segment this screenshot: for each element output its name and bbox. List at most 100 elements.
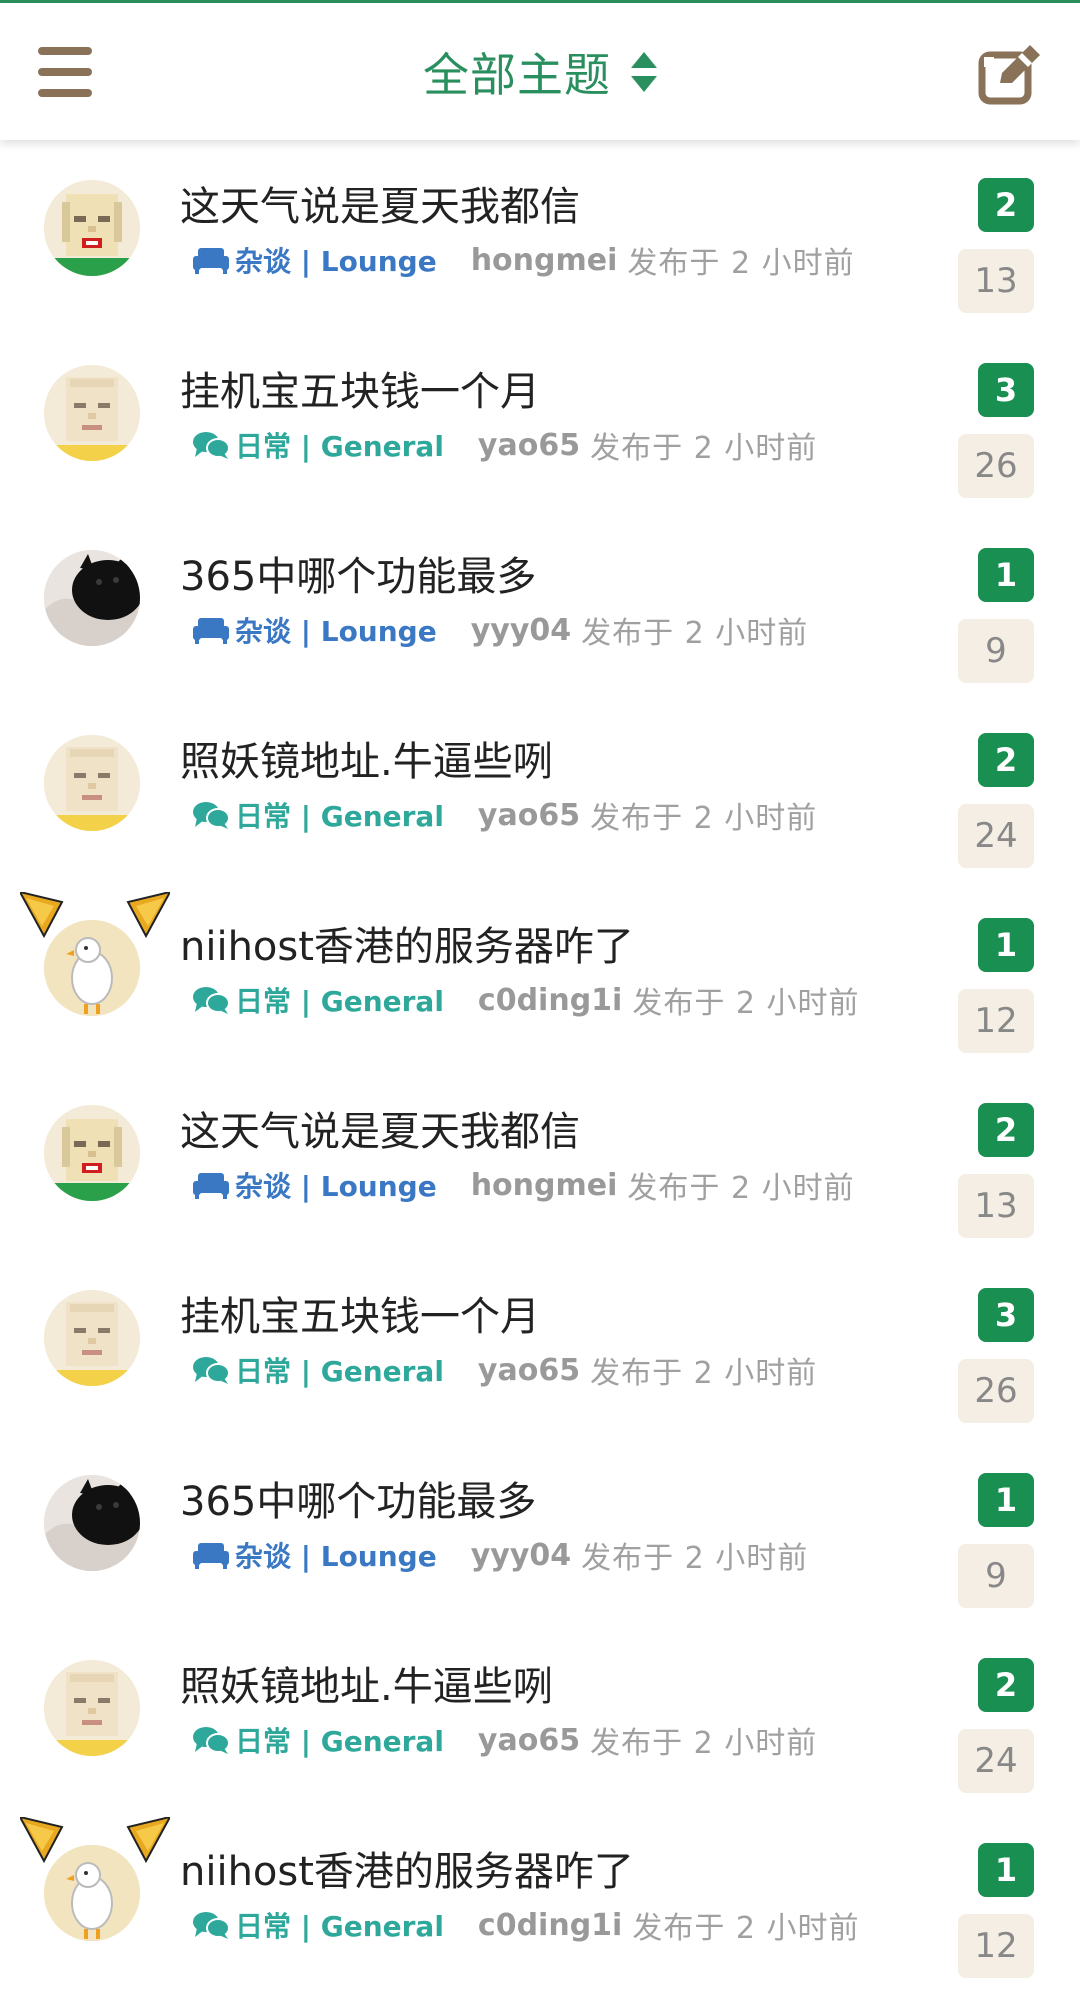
reply-count-badge: 2 [978, 733, 1034, 787]
view-count-badge: 24 [958, 804, 1034, 868]
sort-updown-icon [631, 52, 657, 92]
chat-bubbles-icon [193, 801, 230, 829]
view-count-badge: 26 [958, 434, 1034, 498]
reply-count-badge: 1 [978, 548, 1034, 602]
view-count-badge: 12 [958, 1914, 1034, 1978]
category-label[interactable]: 杂谈 | Lounge [235, 240, 437, 280]
category-label[interactable]: 日常 | General [235, 1720, 444, 1760]
author-name[interactable]: yyy04 [471, 613, 571, 648]
topic-list: 这天气说是夏天我都信 杂谈 | Lounge hongmei 发布于 2 小时前 2 13… [0, 140, 1080, 1990]
user-avatar[interactable] [44, 735, 140, 831]
category-label[interactable]: 日常 | General [235, 795, 444, 835]
chat-bubbles-icon [193, 1356, 230, 1384]
chat-bubbles-icon [193, 1726, 230, 1754]
author-name[interactable]: yao65 [478, 1723, 580, 1758]
category-label[interactable]: 日常 | General [235, 1350, 444, 1390]
topic-row[interactable]: 这天气说是夏天我都信杂谈 | Lounge hongmei 发布于 2 小时前 2 13 [0, 1065, 1080, 1250]
topic-meta: 杂谈 | Lounge hongmei 发布于 2 小时前 [193, 1165, 855, 1206]
topic-meta: 日常 | General yao65 发布于 2 小时前 [193, 795, 818, 836]
sofa-icon [193, 616, 229, 644]
topic-meta: 日常 | General c0ding1i 发布于 2 小时前 [193, 980, 860, 1021]
topic-meta: 杂谈 | Lounge yyy04 发布于 2 小时前 [193, 1535, 809, 1576]
topic-title[interactable]: niihost香港的服务器咋了 [180, 914, 634, 972]
topic-row[interactable]: 这天气说是夏天我都信 杂谈 | Lounge hongmei 发布于 2 小时前 2 13 [0, 140, 1080, 325]
topic-title[interactable]: niihost香港的服务器咋了 [180, 1839, 634, 1897]
author-name[interactable]: yao65 [478, 1353, 580, 1388]
post-time: 发布于 2 小时前 [581, 1541, 809, 1576]
topic-row[interactable]: 照妖镜地址.牛逼些咧日常 | General yao65 发布于 2 小时前 2 24 [0, 1620, 1080, 1805]
view-count-badge: 12 [958, 989, 1034, 1053]
topic-row[interactable]: 挂机宝五块钱一个月日常 | General yao65 发布于 2 小时前 3 26 [0, 325, 1080, 510]
post-time: 发布于 2 小时前 [590, 801, 818, 836]
reply-count-badge: 1 [978, 1473, 1034, 1527]
user-avatar[interactable] [44, 1660, 140, 1756]
topic-row[interactable]: 挂机宝五块钱一个月 日常 | General yao65 发布于 2 小时前 3 26 [0, 1250, 1080, 1435]
user-avatar[interactable] [44, 1105, 140, 1201]
topic-row[interactable]: niihost香港的服务器咋了日常 | General c0ding1i 发布于 2… [0, 1805, 1080, 1990]
author-name[interactable]: c0ding1i [478, 983, 622, 1018]
topic-row[interactable]: 365中哪个功能最多杂谈 | Lounge yyy04 发布于 2 小时前 1 9 [0, 1435, 1080, 1620]
topic-title[interactable]: 挂机宝五块钱一个月 [180, 359, 540, 417]
author-name[interactable]: hongmei [471, 1168, 618, 1203]
compose-edit-icon[interactable] [978, 41, 1044, 107]
category-label[interactable]: 日常 | General [235, 425, 444, 465]
author-name[interactable]: yao65 [478, 428, 580, 463]
view-count-badge: 13 [958, 1174, 1034, 1238]
topic-title[interactable]: 照妖镜地址.牛逼些咧 [180, 729, 553, 787]
chat-bubbles-icon [193, 1911, 230, 1939]
category-label[interactable]: 杂谈 | Lounge [235, 610, 437, 650]
category-label[interactable]: 杂谈 | Lounge [235, 1535, 437, 1575]
avatar-frame-fox-ears [18, 1815, 172, 1877]
topic-meta: 日常 | General yao65 发布于 2 小时前 [193, 425, 818, 466]
topic-title[interactable]: 照妖镜地址.牛逼些咧 [180, 1654, 553, 1712]
chat-bubbles-icon [193, 431, 230, 459]
reply-count-badge: 1 [978, 1843, 1034, 1897]
reply-count-badge: 3 [978, 363, 1034, 417]
post-time: 发布于 2 小时前 [627, 1171, 855, 1206]
reply-count-badge: 2 [978, 1658, 1034, 1712]
topic-title[interactable]: 365中哪个功能最多 [180, 544, 536, 602]
author-name[interactable]: yao65 [478, 798, 580, 833]
user-avatar[interactable] [44, 180, 140, 276]
reply-count-badge: 2 [978, 178, 1034, 232]
chat-bubbles-icon [193, 986, 230, 1014]
topic-filter-dropdown[interactable]: 全部主题 [0, 39, 1080, 105]
post-time: 发布于 2 小时前 [590, 431, 818, 466]
topic-title[interactable]: 这天气说是夏天我都信 [180, 174, 580, 232]
author-name[interactable]: yyy04 [471, 1538, 571, 1573]
sofa-icon [193, 1541, 229, 1569]
category-label[interactable]: 杂谈 | Lounge [235, 1165, 437, 1205]
avatar-frame-fox-ears [18, 890, 172, 952]
page-title: 全部主题 [423, 48, 611, 102]
user-avatar[interactable] [44, 1475, 140, 1571]
category-label[interactable]: 日常 | General [235, 1905, 444, 1945]
topic-row[interactable]: niihost香港的服务器咋了日常 | General c0ding1i 发布于 2… [0, 880, 1080, 1065]
reply-count-badge: 3 [978, 1288, 1034, 1342]
app-header: 全部主题 [0, 3, 1080, 140]
post-time: 发布于 2 小时前 [581, 616, 809, 651]
view-count-badge: 13 [958, 249, 1034, 313]
user-avatar[interactable] [44, 550, 140, 646]
view-count-badge: 24 [958, 1729, 1034, 1793]
author-name[interactable]: hongmei [471, 243, 618, 278]
post-time: 发布于 2 小时前 [590, 1356, 818, 1391]
user-avatar[interactable] [44, 1290, 140, 1386]
author-name[interactable]: c0ding1i [478, 1908, 622, 1943]
view-count-badge: 9 [958, 1544, 1034, 1608]
user-avatar[interactable] [44, 365, 140, 461]
sofa-icon [193, 1171, 229, 1199]
view-count-badge: 9 [958, 619, 1034, 683]
reply-count-badge: 2 [978, 1103, 1034, 1157]
category-label[interactable]: 日常 | General [235, 980, 444, 1020]
topic-meta: 日常 | General c0ding1i 发布于 2 小时前 [193, 1905, 860, 1946]
post-time: 发布于 2 小时前 [590, 1726, 818, 1761]
topic-title[interactable]: 挂机宝五块钱一个月 [180, 1284, 540, 1342]
topic-meta: 杂谈 | Lounge yyy04 发布于 2 小时前 [193, 610, 809, 651]
post-time: 发布于 2 小时前 [632, 986, 860, 1021]
post-time: 发布于 2 小时前 [632, 1911, 860, 1946]
topic-meta: 日常 | General yao65 发布于 2 小时前 [193, 1720, 818, 1761]
topic-row[interactable]: 照妖镜地址.牛逼些咧日常 | General yao65 发布于 2 小时前 2 24 [0, 695, 1080, 880]
topic-row[interactable]: 365中哪个功能最多杂谈 | Lounge yyy04 发布于 2 小时前 1 9 [0, 510, 1080, 695]
topic-title[interactable]: 这天气说是夏天我都信 [180, 1099, 580, 1157]
topic-title[interactable]: 365中哪个功能最多 [180, 1469, 536, 1527]
